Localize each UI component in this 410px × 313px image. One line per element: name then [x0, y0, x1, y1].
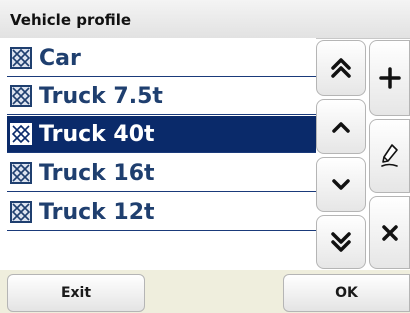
list-item-truck-40t[interactable]: Truck 40t: [7, 116, 316, 153]
chevron-up-icon: [332, 121, 350, 133]
vehicle-list: Car Truck 7.5t Truck 40t Truck 16t Truck…: [0, 38, 316, 270]
ok-button[interactable]: OK: [283, 274, 410, 312]
page-up-button[interactable]: [316, 40, 366, 96]
list-item-car[interactable]: Car: [7, 40, 316, 77]
pen-icon: [380, 144, 398, 167]
list-item-label: Truck 40t: [39, 121, 155, 147]
plus-icon: [378, 67, 401, 89]
delete-profile-button[interactable]: [369, 196, 410, 269]
list-item-label: Truck 16t: [39, 160, 155, 186]
list-item-label: Car: [39, 45, 81, 71]
vehicle-profile-icon: [10, 47, 32, 69]
chevron-down-icon: [332, 178, 350, 190]
window-title: Vehicle profile: [10, 11, 132, 29]
exit-button[interactable]: Exit: [7, 274, 145, 312]
list-item-truck-16t[interactable]: Truck 16t: [7, 155, 316, 192]
ok-button-label: OK: [335, 285, 358, 301]
vehicle-profile-icon: [10, 85, 32, 107]
list-item-label: Truck 12t: [39, 199, 155, 225]
list-item-truck-7-5t[interactable]: Truck 7.5t: [7, 78, 316, 115]
add-profile-button[interactable]: [369, 40, 410, 116]
page-down-button[interactable]: [316, 215, 366, 269]
scroll-down-button[interactable]: [316, 157, 366, 212]
vehicle-profile-icon: [10, 201, 32, 223]
list-item-label: Truck 7.5t: [39, 83, 163, 109]
double-chevron-up-icon: [331, 58, 351, 78]
list-item-truck-12t[interactable]: Truck 12t: [7, 194, 316, 231]
title-bar: Vehicle profile: [0, 0, 410, 39]
cross-icon: [381, 224, 398, 241]
vehicle-profile-icon: [10, 123, 32, 145]
bottom-bar: Exit OK: [0, 270, 410, 313]
exit-button-label: Exit: [60, 285, 92, 301]
scroll-up-button[interactable]: [316, 99, 366, 154]
vehicle-profile-icon: [10, 162, 32, 184]
list-item-empty: [7, 233, 316, 270]
double-chevron-down-icon: [331, 232, 351, 252]
edit-profile-button[interactable]: [369, 119, 410, 193]
